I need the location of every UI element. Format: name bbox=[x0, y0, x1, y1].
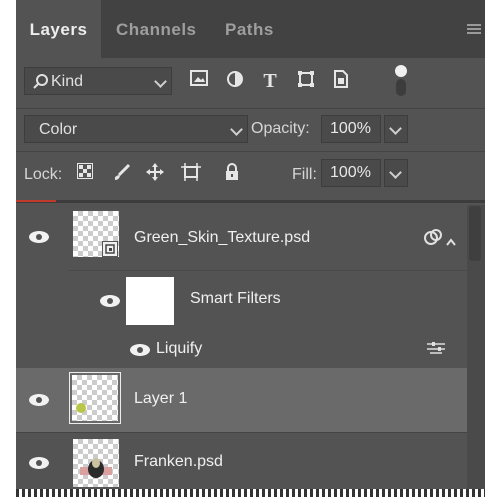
adjustment-filter-icon[interactable] bbox=[224, 70, 246, 92]
type-filter-icon[interactable]: T bbox=[259, 70, 281, 92]
tab-bar: Layers Channels Paths bbox=[16, 0, 485, 58]
layer-thumbnail-content bbox=[80, 457, 112, 479]
chevron-down-icon bbox=[230, 123, 243, 136]
filter-kind-label: Kind bbox=[51, 73, 84, 90]
visibility-eye-icon[interactable] bbox=[130, 344, 150, 356]
tab-channels[interactable]: Channels bbox=[116, 0, 197, 58]
layers-panel: Layers Channels Paths Kind T Color Opaci… bbox=[16, 0, 485, 490]
panel-indicator bbox=[16, 200, 56, 202]
visibility-eye-icon[interactable] bbox=[100, 295, 120, 307]
layer-row-layer-1[interactable]: Layer 1 bbox=[16, 368, 467, 432]
filter-blending-options-icon[interactable] bbox=[427, 341, 445, 360]
layer-name[interactable]: Layer 1 bbox=[134, 390, 187, 408]
smart-object-badge-icon bbox=[102, 241, 118, 257]
chevron-up-icon[interactable] bbox=[446, 233, 456, 251]
lock-transparent-pixels-icon[interactable] bbox=[74, 162, 96, 185]
layer-name[interactable]: Franken.psd bbox=[134, 453, 223, 471]
layer-thumbnail-frame bbox=[69, 372, 121, 424]
layer-thumbnail-content bbox=[76, 403, 86, 413]
visibility-eye-icon[interactable] bbox=[29, 394, 49, 406]
fill-dropdown[interactable] bbox=[384, 159, 408, 187]
layer-row-franken[interactable]: Franken.psd bbox=[16, 433, 466, 490]
shape-filter-icon[interactable] bbox=[295, 70, 317, 92]
layer-thumbnail bbox=[72, 375, 118, 421]
lock-artboard-icon[interactable] bbox=[180, 163, 202, 185]
panel-menu-icon[interactable] bbox=[467, 24, 481, 35]
lock-label: Lock: bbox=[24, 166, 63, 183]
smart-filters-label: Smart Filters bbox=[190, 290, 281, 307]
blend-mode-value: Color bbox=[39, 121, 78, 138]
layer-name[interactable]: Green_Skin_Texture.psd bbox=[134, 229, 310, 247]
visibility-eye-icon[interactable] bbox=[29, 231, 49, 243]
blend-mode-dropdown[interactable]: Color bbox=[24, 115, 248, 143]
chevron-down-icon bbox=[389, 166, 402, 179]
filter-toggle-icon[interactable] bbox=[390, 64, 412, 96]
opacity-field[interactable]: 100% bbox=[321, 115, 381, 143]
lock-all-icon[interactable] bbox=[221, 163, 243, 185]
lock-image-pixels-icon[interactable] bbox=[111, 163, 133, 185]
filter-name[interactable]: Liquify bbox=[156, 340, 202, 358]
filter-kind-dropdown[interactable]: Kind bbox=[24, 67, 172, 95]
visibility-eye-icon[interactable] bbox=[29, 457, 49, 469]
smart-filter-mask-thumbnail bbox=[126, 277, 174, 325]
fill-label: Fill: bbox=[292, 166, 317, 183]
opacity-dropdown[interactable] bbox=[384, 115, 408, 143]
tab-paths[interactable]: Paths bbox=[225, 0, 274, 58]
tab-layers[interactable]: Layers bbox=[16, 0, 101, 58]
layers-scrollbar-thumb[interactable] bbox=[469, 206, 481, 261]
chevron-down-icon bbox=[389, 122, 402, 135]
smart-object-filter-icon[interactable] bbox=[330, 70, 352, 92]
image-filter-icon[interactable] bbox=[188, 70, 210, 92]
chevron-down-icon bbox=[154, 75, 167, 88]
search-icon bbox=[33, 68, 49, 106]
lock-position-icon[interactable] bbox=[144, 163, 166, 185]
filter-row-liquify[interactable]: Liquify bbox=[16, 332, 466, 368]
smart-filters-row[interactable]: Smart Filters bbox=[16, 270, 466, 332]
fill-field[interactable]: 100% bbox=[321, 159, 381, 187]
opacity-label: Opacity: bbox=[251, 120, 310, 137]
layer-row-green-skin-texture[interactable]: Green_Skin_Texture.psd bbox=[16, 203, 466, 270]
panel-bottom-edge bbox=[16, 489, 485, 497]
smart-filter-badge-icon[interactable] bbox=[423, 228, 443, 251]
